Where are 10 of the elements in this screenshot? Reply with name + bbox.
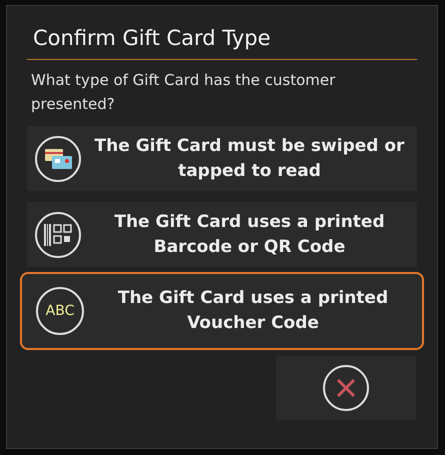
barcode-icon	[34, 210, 82, 258]
cancel-button[interactable]	[276, 356, 416, 420]
option-button[interactable]: The Gift Card uses a printed Barcode or QR Code	[27, 202, 417, 267]
credit-card-icon	[34, 134, 82, 182]
abc-icon: ABC	[36, 287, 84, 335]
question-text: What type of Gift Card has the customer presented?	[31, 70, 336, 115]
option-button[interactable]: ABC The Gift Card uses a printed Voucher Code	[20, 272, 424, 350]
close-icon	[322, 364, 370, 412]
option-button[interactable]: The Gift Card must be swiped or tapped to read	[27, 126, 417, 191]
dialog-title: Confirm Gift Card Type	[27, 26, 417, 60]
